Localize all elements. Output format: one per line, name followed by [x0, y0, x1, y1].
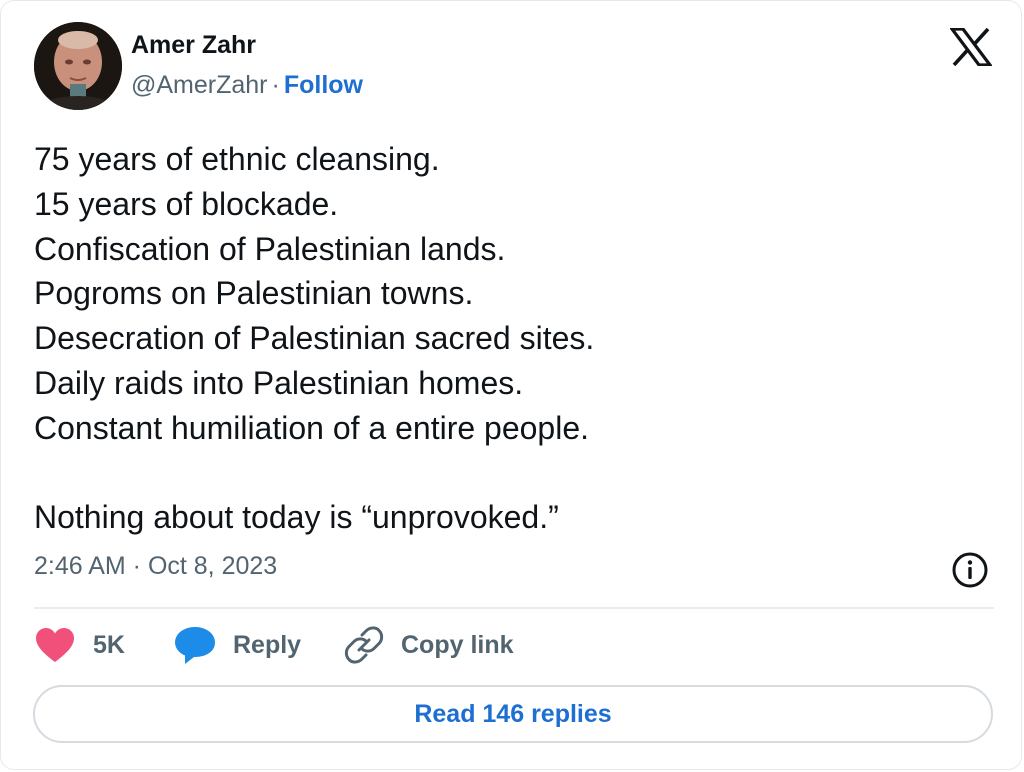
- tweet-line: 75 years of ethnic cleansing.: [34, 141, 440, 177]
- reply-label: Reply: [233, 630, 302, 659]
- read-replies-button[interactable]: Read 146 replies: [33, 685, 993, 743]
- tweet-line: Pogroms on Palestinian towns.: [34, 275, 474, 312]
- like-button[interactable]: 5K: [34, 623, 125, 667]
- copy-link-button[interactable]: Copy link: [343, 623, 514, 667]
- tweet-line: Constant humiliation of a entire people.: [34, 409, 590, 446]
- follow-button[interactable]: Follow: [284, 71, 363, 99]
- tweet-timestamp[interactable]: 2:46 AM · Oct 8, 2023: [34, 552, 277, 581]
- tweet-line: Nothing about today is “unprovoked.”: [34, 499, 559, 536]
- x-logo-icon[interactable]: [950, 28, 992, 66]
- tweet-line: Daily raids into Palestinian homes.: [34, 364, 524, 401]
- reply-button[interactable]: Reply: [173, 623, 301, 667]
- tweet-text: 75 years of ethnic cleansing. 15 years o…: [34, 137, 974, 540]
- link-icon: [344, 626, 384, 664]
- avatar[interactable]: [34, 22, 122, 110]
- author-handle-row: @AmerZahr · Follow: [131, 71, 363, 100]
- read-replies-label: Read 146 replies: [414, 699, 612, 728]
- like-count: 5K: [93, 630, 125, 659]
- heart-icon: [36, 628, 74, 662]
- info-icon[interactable]: [950, 550, 990, 590]
- handle-separator: ·: [271, 71, 280, 99]
- author-name[interactable]: Amer Zahr: [131, 31, 256, 60]
- avatar-image: [34, 22, 122, 110]
- speech-bubble-icon: [175, 627, 215, 664]
- tweet-line: Desecration of Palestinian sacred sites.: [34, 320, 595, 357]
- tweet-line: 15 years of blockade.: [34, 185, 339, 222]
- copy-link-label: Copy link: [401, 630, 514, 659]
- tweet-line: Confiscation of Palestinian lands.: [34, 230, 506, 267]
- author-handle[interactable]: @AmerZahr: [131, 71, 268, 99]
- tweet-card: Amer Zahr @AmerZahr · Follow 75 years of e…: [0, 0, 1022, 770]
- divider: [34, 607, 994, 609]
